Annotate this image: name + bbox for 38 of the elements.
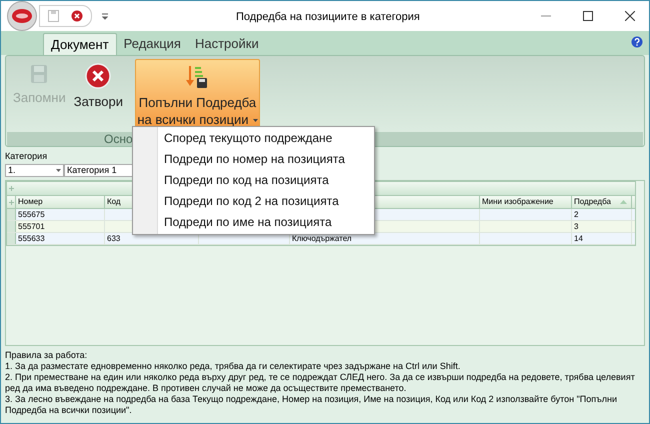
sort-list-icon — [185, 64, 210, 90]
menu-item[interactable]: Подреди по код 2 на позицията — [158, 191, 351, 212]
caret-icon — [252, 119, 258, 122]
menu-item[interactable]: Подреди по име на позицията — [158, 212, 351, 233]
close-icon[interactable] — [71, 10, 83, 22]
column-header[interactable]: Код — [107, 196, 121, 208]
table-cell: 3 — [574, 222, 578, 231]
logo-icon — [12, 9, 32, 23]
sort-ascending-icon — [620, 200, 627, 204]
help-text: 2. При преместване на един или няколко реда върху друг ред, те се подреждат СЛЕД него. За да се извърши подредба на редовете, трябва целевият ред да има въведено подреждане. В противен случай не може да осъществите преместването. — [5, 372, 636, 394]
dropdown-icon — [56, 169, 61, 172]
table-cell: 14 — [574, 234, 583, 243]
table-cell: 555701 — [18, 222, 45, 231]
close-icon[interactable] — [625, 11, 635, 21]
table-cell: Ключодържател — [292, 234, 352, 243]
help-icon[interactable] — [631, 36, 643, 48]
field-label: Категория — [5, 151, 48, 162]
ribbon-button[interactable]: Попълни Подредба на всички позиции — [134, 59, 260, 129]
ribbon-button[interactable]: Затвори — [70, 59, 127, 129]
ribbon-tab[interactable]: Настройки — [188, 33, 266, 55]
app-logo[interactable] — [7, 1, 37, 31]
column-header[interactable]: Номер — [18, 196, 43, 208]
table-cell: 633 — [107, 234, 120, 243]
table-cell: 555633 — [18, 234, 45, 243]
help-text: Правила за работа: — [5, 350, 88, 361]
ribbon-tab[interactable]: Документ — [43, 33, 117, 55]
window-title: Подредба на позициите в категория — [236, 10, 420, 25]
column-header[interactable]: Подредба — [574, 196, 611, 208]
table-cell: 2 — [574, 210, 578, 219]
customize-icon[interactable] — [102, 12, 108, 20]
category-number-field[interactable]: 1. — [5, 164, 64, 177]
table-cell: 555675 — [18, 210, 45, 219]
close-icon — [85, 63, 112, 89]
help-text: 1. За да разместате едновременно няколко реда, трябва да ги селектирате чрез задържане на Ctrl или Shift. — [5, 361, 462, 372]
help-text: 3. За лесно въвеждане на подредба на база Текущо подреждане, Номер на позиция, Име на позиция, Код или Код 2 използвайте бутон "Попълни Подредба на всички позиции". — [5, 394, 618, 416]
maximize-icon[interactable] — [583, 11, 593, 21]
ribbon-tab[interactable]: Редакция — [116, 33, 188, 55]
column-header[interactable]: Мини изображение — [482, 196, 554, 208]
